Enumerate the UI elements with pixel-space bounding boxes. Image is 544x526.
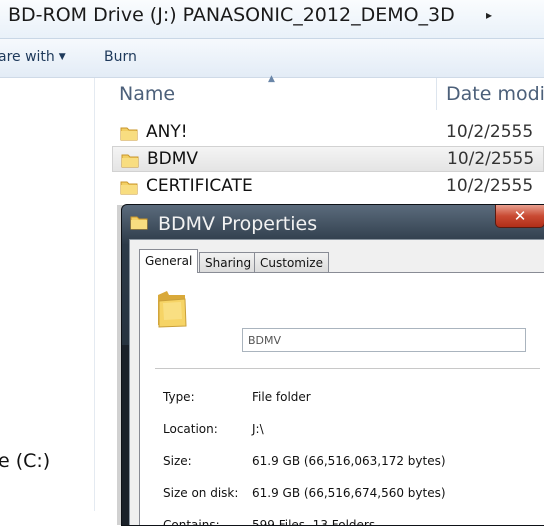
breadcrumb-chevron-icon[interactable]: ▸ — [486, 8, 492, 22]
file-row-bdmv[interactable]: BDMV 10/2/2555 — [112, 146, 544, 172]
file-name: BDMV — [147, 149, 199, 169]
navigation-pane — [0, 78, 95, 511]
folder-icon — [130, 214, 148, 234]
file-row-certificate[interactable]: CERTIFICATE 10/2/2555 — [112, 174, 544, 200]
location-value: J:\ — [252, 422, 264, 436]
share-with-label: are with — [0, 49, 55, 65]
share-with-button[interactable]: are with ▼ — [0, 49, 66, 65]
file-row-any[interactable]: ANY! 10/2/2555 — [112, 120, 544, 146]
close-button[interactable]: ✕ — [495, 205, 544, 228]
location-label: Location: — [163, 422, 218, 436]
sort-ascending-icon: ▲ — [268, 74, 275, 84]
column-header-name[interactable]: Name — [119, 83, 175, 105]
tab-sharing[interactable]: Sharing — [199, 252, 258, 272]
type-label: Type: — [163, 390, 195, 404]
contains-label: Contains: — [163, 518, 220, 526]
folder-icon — [120, 179, 138, 199]
command-toolbar: are with ▼ Burn — [0, 39, 544, 78]
size-value: 61.9 GB (66,516,063,172 bytes) — [252, 454, 446, 468]
file-name: ANY! — [146, 122, 188, 142]
column-header-date-modified[interactable]: Date modi — [446, 83, 544, 105]
size-label: Size: — [163, 454, 192, 468]
file-date: 10/2/2555 — [447, 149, 535, 169]
burn-button[interactable]: Burn — [104, 49, 137, 65]
dialog-body: General Sharing Customize Type: File fol… — [129, 239, 544, 526]
properties-dialog: BDMV Properties ✕ General Sharing Custom… — [121, 204, 544, 526]
contains-value: 599 Files, 13 Folders — [252, 518, 376, 526]
dialog-title: BDMV Properties — [158, 213, 318, 235]
address-bar[interactable]: BD-ROM Drive (J:) PANASONIC_2012_DEMO_3D… — [0, 0, 544, 39]
column-divider[interactable] — [436, 78, 437, 110]
tab-general[interactable]: General — [139, 249, 199, 273]
size-on-disk-value: 61.9 GB (66,516,674,560 bytes) — [252, 486, 446, 500]
file-name: CERTIFICATE — [146, 176, 253, 196]
dialog-frame-edge — [122, 345, 129, 525]
folder-icon — [120, 125, 138, 145]
file-date: 10/2/2555 — [446, 122, 534, 142]
tab-customize[interactable]: Customize — [254, 252, 329, 272]
nav-item-local-disk[interactable]: e (C:) — [0, 450, 50, 472]
chevron-down-icon: ▼ — [58, 52, 66, 62]
general-tab-panel: Type: File folder Location: J:\ Size: 61… — [139, 272, 544, 526]
divider — [155, 368, 540, 369]
type-value: File folder — [252, 390, 311, 404]
close-icon: ✕ — [513, 207, 527, 225]
file-date: 10/2/2555 — [446, 176, 534, 196]
address-path[interactable]: BD-ROM Drive (J:) PANASONIC_2012_DEMO_3D — [8, 4, 455, 26]
size-on-disk-label: Size on disk: — [163, 486, 239, 500]
folder-name-field[interactable] — [242, 328, 526, 352]
folder-icon — [155, 289, 189, 333]
folder-icon — [121, 152, 139, 172]
